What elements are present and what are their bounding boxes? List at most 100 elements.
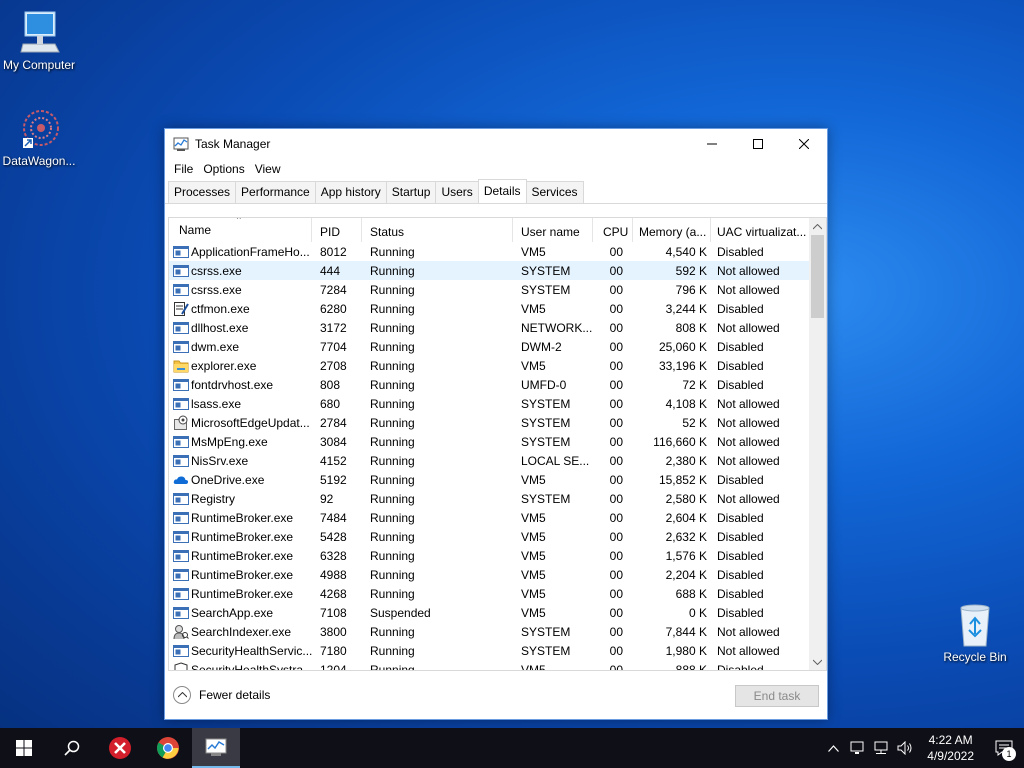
cell-name: csrss.exe [169,282,312,298]
cell-memory: 15,852 K [658,472,707,487]
tab-services[interactable]: Services [525,181,584,203]
cell-pid: 6280 [320,301,347,316]
table-row[interactable]: MicrosoftEdgeUpdat... 2784 Running SYSTEM 00… [169,413,826,432]
close-button[interactable] [781,129,827,159]
menu-bar: File Options View [165,159,827,179]
table-row[interactable]: RuntimeBroker.exe 7484 Running VM5 00 2,604 K… [169,508,826,527]
table-row[interactable]: lsass.exe 680 Running SYSTEM 00 4,108 K Not al… [169,394,826,413]
cell-name: RuntimeBroker.exe [169,529,312,545]
tab-app-history[interactable]: App history [314,181,387,203]
process-name: dllhost.exe [191,320,249,335]
cell-name: SearchApp.exe [169,605,312,621]
scroll-thumb[interactable] [811,235,824,318]
column-uac[interactable]: UAC virtualizat... [711,218,811,242]
title-bar[interactable]: Task Manager [165,129,827,159]
table-row[interactable]: SearchIndexer.exe 3800 Running SYSTEM 00 7,84… [169,622,826,641]
end-task-button[interactable]: End task [735,685,819,707]
tray-volume-button[interactable] [893,728,917,768]
cell-uac: Disabled [717,472,764,487]
table-row[interactable]: Registry 92 Running SYSTEM 00 2,580 K Not allo… [169,489,826,508]
action-center-button[interactable]: 1 [984,728,1024,768]
table-row[interactable]: SearchApp.exe 7108 Suspended VM5 00 0 K Disabl… [169,603,826,622]
clock[interactable]: 4:22 AM 4/9/2022 [927,732,974,764]
table-row[interactable]: csrss.exe 444 Running SYSTEM 00 592 K Not allo… [169,261,826,280]
generic-process-icon [173,244,189,260]
column-cpu[interactable]: CPU [593,218,633,242]
table-row[interactable]: RuntimeBroker.exe 4268 Running VM5 00 688 K Di… [169,584,826,603]
cell-name: NisSrv.exe [169,453,312,469]
table-row[interactable]: fontdrvhost.exe 808 Running UMFD-0 00 72 K Dis… [169,375,826,394]
cell-user-name: LOCAL SE... [521,453,590,468]
table-row[interactable]: SecurityHealthSystra... 1204 Running VM5 00 8… [169,660,826,670]
scroll-up-button[interactable] [809,218,826,235]
generic-process-icon [173,320,189,336]
table-row[interactable]: RuntimeBroker.exe 6328 Running VM5 00 1,576 K… [169,546,826,565]
cell-status: Running [370,377,415,392]
menu-view[interactable]: View [250,162,286,176]
column-status[interactable]: Status [362,218,513,242]
tab-processes[interactable]: Processes [168,181,237,203]
menu-options[interactable]: Options [198,162,249,176]
cell-uac: Disabled [717,301,764,316]
desktop-icon-my-computer[interactable]: My Computer [0,8,81,72]
column-user-name[interactable]: User name [513,218,593,242]
cell-memory: 4,540 K [665,244,707,259]
table-row[interactable]: NisSrv.exe 4152 Running LOCAL SE... 00 2,380 … [169,451,826,470]
table-row[interactable]: SecurityHealthServic... 7180 Running SYSTEM… [169,641,826,660]
tab-performance[interactable]: Performance [235,181,316,203]
column-pid[interactable]: PID [312,218,362,242]
cell-uac: Not allowed [717,453,780,468]
taskbar-task-manager[interactable] [192,728,240,768]
table-row[interactable]: ctfmon.exe 6280 Running VM5 00 3,244 K Disable… [169,299,826,318]
tab-details[interactable]: Details [477,179,527,203]
cell-status: Running [370,529,415,544]
table-row[interactable]: RuntimeBroker.exe 4988 Running VM5 00 2,204 K… [169,565,826,584]
cell-user-name: VM5 [521,529,546,544]
cell-cpu: 00 [609,548,623,563]
tab-users[interactable]: Users [435,181,479,203]
menu-file[interactable]: File [169,162,198,176]
start-button[interactable] [0,728,48,768]
cell-name: csrss.exe [169,263,312,279]
scroll-down-button[interactable] [809,653,826,670]
maximize-button[interactable] [735,129,781,159]
process-name: OneDrive.exe [191,472,265,487]
table-row[interactable]: ApplicationFrameHo... 8012 Running VM5 00 4,5… [169,242,826,261]
tab-startup[interactable]: Startup [385,181,437,203]
table-row[interactable]: MsMpEng.exe 3084 Running SYSTEM 00 116,660 K N… [169,432,826,451]
table-row[interactable]: dwm.exe 7704 Running DWM-2 00 25,060 K Disable… [169,337,826,356]
table-row[interactable]: csrss.exe 7284 Running SYSTEM 00 796 K Not all… [169,280,826,299]
taskbar-app-red[interactable] [96,728,144,768]
table-row[interactable]: explorer.exe 2708 Running VM5 00 33,196 K Disa… [169,356,826,375]
cell-name: RuntimeBroker.exe [169,510,312,526]
network-icon [874,741,888,754]
generic-process-icon [173,339,189,355]
table-row[interactable]: OneDrive.exe 5192 Running VM5 00 15,852 K Disa… [169,470,826,489]
tray-network-button[interactable] [869,728,893,768]
window-title: Task Manager [195,137,271,151]
vertical-scrollbar[interactable] [809,218,826,670]
cell-uac: Disabled [717,548,764,563]
fewer-details-button[interactable]: Fewer details [173,686,270,704]
column-memory[interactable]: Memory (a... [633,218,711,242]
computer-icon [20,11,60,53]
search-button[interactable] [48,728,96,768]
cell-cpu: 00 [609,624,623,639]
cell-uac: Not allowed [717,263,780,278]
desktop-icon-recycle-bin[interactable]: Recycle Bin [933,600,1017,664]
process-name: RuntimeBroker.exe [191,548,294,563]
table-row[interactable]: dllhost.exe 3172 Running NETWORK... 00 808 K N… [169,318,826,337]
desktop-icon-datawagon[interactable]: DataWagon... [0,106,81,168]
cell-user-name: DWM-2 [521,339,562,354]
show-hidden-icons-button[interactable] [821,728,845,768]
column-headers: ^ Name PID Status User name CPU Memory (… [169,218,826,242]
generic-process-icon [173,434,189,450]
cell-pid: 3084 [320,434,347,449]
minimize-button[interactable] [689,129,735,159]
cell-name: SearchIndexer.exe [169,624,312,640]
table-row[interactable]: RuntimeBroker.exe 5428 Running VM5 00 2,632 K… [169,527,826,546]
cell-status: Running [370,301,415,316]
tray-display-icon-button[interactable] [845,728,869,768]
cell-pid: 7704 [320,339,347,354]
taskbar-chrome[interactable] [144,728,192,768]
